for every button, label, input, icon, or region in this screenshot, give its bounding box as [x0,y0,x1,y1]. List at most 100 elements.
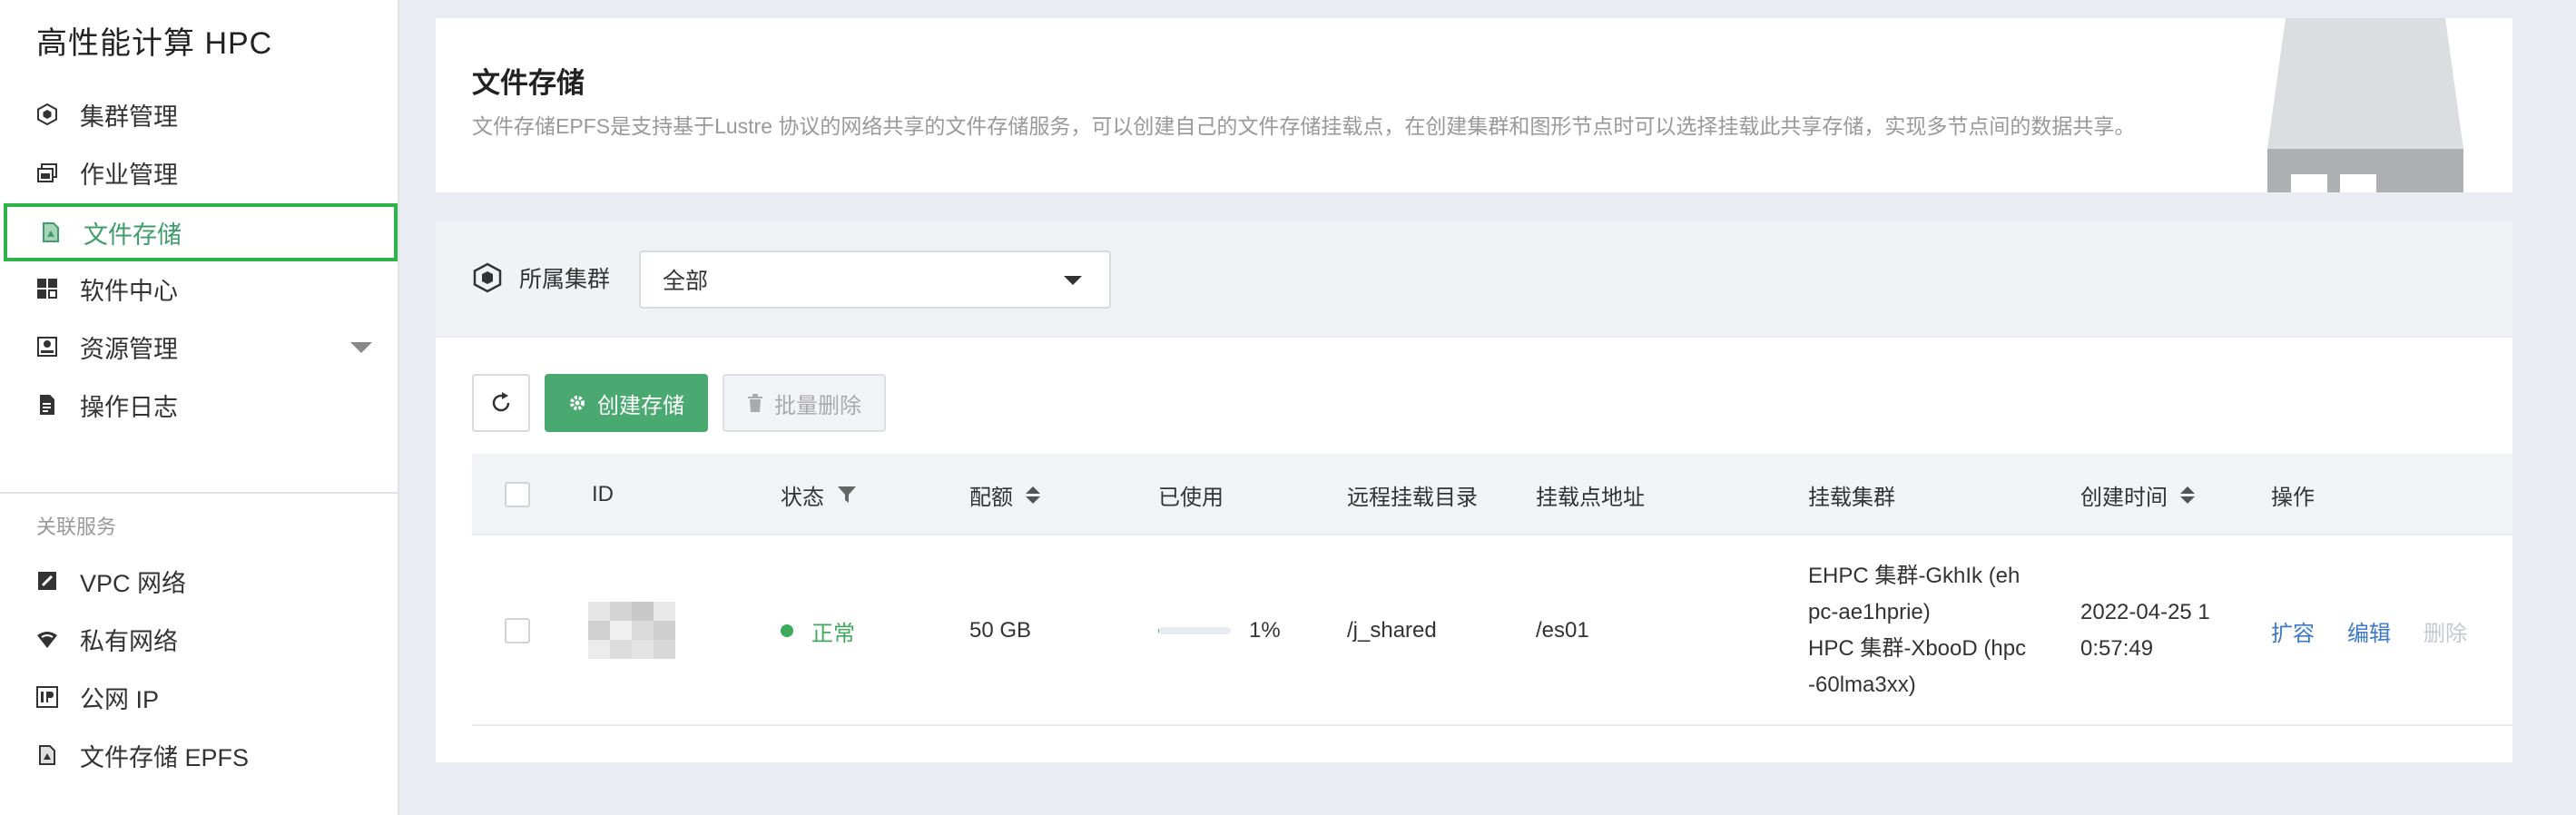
file-storage-icon [40,221,62,243]
sidebar-item-private-network[interactable]: 私有网络 [0,610,399,668]
select-all-cell [505,454,530,535]
usage-progress-fill [1158,627,1159,634]
sort-icon[interactable] [1026,486,1040,504]
filter-icon[interactable] [837,485,857,505]
column-created[interactable]: 创建时间 [2080,454,2195,535]
related-services-label: 关联服务 [36,516,117,538]
column-actions: 操作 [2271,485,2315,510]
edit-link[interactable]: 编辑 [2347,615,2391,647]
row-used-cell: 1% [1158,535,1281,726]
row-id-cell [588,535,675,726]
status-dot-icon [781,624,793,637]
row-quota-cell: 50 GB [969,618,1032,643]
expand-link[interactable]: 扩容 [2271,615,2315,647]
sidebar-divider [0,492,399,494]
cluster-filter-text: 所属集群 [519,267,611,292]
sidebar-item-label: 私有网络 [80,627,178,655]
sidebar-item-public-ip[interactable]: 公网 IP [0,668,399,726]
chevron-down-icon[interactable] [350,342,372,353]
column-quota-label: 配额 [969,485,1013,510]
column-mount-addr: 挂载点地址 [1536,485,1645,510]
batch-delete-button[interactable]: 批量删除 [723,374,886,432]
column-remote-dir: 远程挂载目录 [1347,485,1478,510]
cluster-select[interactable]: 全部 [639,250,1111,309]
row-clusters-cell: EHPC 集群-GkhIk (eh pc-ae1hprie) HPC 集群-Xb… [1808,535,2026,726]
sidebar-item-label: 公网 IP [80,685,160,713]
row-select-cell [505,535,530,726]
sidebar-item-label: 软件中心 [80,277,178,305]
row-checkbox[interactable] [505,618,530,643]
sidebar-item-label: 资源管理 [80,335,178,363]
chevron-down-icon [1064,276,1082,285]
private-network-icon [36,628,58,650]
resource-icon [36,336,58,358]
table-header: ID 状态 配额 已使用 远程挂载目录 挂载点地址 挂载集群 创建时间 操作 [472,454,2512,535]
log-icon [36,394,58,416]
column-id: ID [592,482,614,506]
sidebar-item-label: 文件存储 EPFS [80,743,250,771]
row-status-cell: 正常 [781,535,855,726]
row-mount-addr-cell: /es01 [1536,618,1589,643]
public-ip-icon [36,686,58,708]
column-created-label: 创建时间 [2080,485,2168,510]
sidebar-item-vpc[interactable]: VPC 网络 [0,552,399,610]
select-all-checkbox[interactable] [505,482,530,507]
brand-title: 高性能计算 HPC [36,26,273,61]
refresh-button[interactable] [472,374,530,432]
storage-list-card: 创建存储 批量删除 ID 状态 配额 已使用 远程挂载目录 挂载点地址 挂载集群… [436,338,2512,762]
row-remote-dir-cell: /j_shared [1347,618,1437,643]
sidebar: 高性能计算 HPC 集群管理 作业管理 文件存储 软件中心 资源管理 操作日志 … [0,0,399,815]
job-icon [36,162,58,183]
create-storage-label: 创建存储 [597,393,684,418]
software-icon [36,278,58,299]
storage-illustration-icon [2267,18,2463,192]
create-storage-button[interactable]: 创建存储 [545,374,708,432]
cluster-line: -60lma3xx) [1808,673,1916,697]
vpc-icon [36,570,58,592]
sidebar-item-epfs[interactable]: 文件存储 EPFS [0,726,399,784]
sidebar-item-label: 作业管理 [80,161,178,189]
sidebar-item-label: 操作日志 [80,393,178,421]
sidebar-item-software[interactable]: 软件中心 [0,260,399,318]
column-quota[interactable]: 配额 [969,454,1040,535]
trash-icon [747,394,763,412]
cluster-line: HPC 集群-XbooD (hpc [1808,636,2027,661]
sort-icon[interactable] [2180,486,2195,504]
created-line: 0:57:49 [2080,636,2154,661]
gear-icon [568,394,586,412]
cluster-filter-label: 所属集群 [472,261,610,294]
sidebar-item-logs[interactable]: 操作日志 [0,376,399,434]
batch-delete-label: 批量删除 [774,393,861,418]
column-status-label: 状态 [781,485,824,510]
sidebar-item-label: VPC 网络 [80,569,187,597]
cluster-icon [472,262,503,293]
column-used: 已使用 [1158,485,1224,510]
filter-bar: 所属集群 全部 [436,221,2512,336]
sidebar-item-label: 集群管理 [80,103,178,131]
created-line: 2022-04-25 1 [2080,600,2210,624]
usage-percent: 1% [1249,618,1281,643]
status-badge: 正常 [811,621,855,646]
sidebar-item-label: 文件存储 [84,221,182,249]
sidebar-item-resources[interactable]: 资源管理 [0,318,399,376]
id-redacted-image [588,602,675,660]
row-created-cell: 2022-04-25 1 0:57:49 [2080,535,2210,726]
page-description: 文件存储EPFS是支持基于Lustre 协议的网络共享的文件存储服务，可以创建自… [472,114,2136,138]
cluster-line: pc-ae1hprie) [1808,600,1931,624]
cluster-select-value: 全部 [663,269,709,294]
delete-link: 删除 [2424,621,2467,646]
cluster-icon [36,103,58,125]
row-actions-cell: 扩容 编辑 删除 [2271,535,2500,726]
page-header: 文件存储 文件存储EPFS是支持基于Lustre 协议的网络共享的文件存储服务，… [436,18,2512,192]
cluster-line: EHPC 集群-GkhIk (eh [1808,564,2020,588]
usage-progress-bar [1158,627,1231,634]
table-row: 正常 50 GB 1% /j_shared /es01 EHPC 集群-GkhI… [472,535,2512,726]
page-title: 文件存储 [472,67,585,99]
sidebar-item-file-storage[interactable]: 文件存储 [4,203,398,261]
column-clusters: 挂载集群 [1808,485,1895,510]
refresh-icon [492,392,510,412]
column-status[interactable]: 状态 [781,454,857,535]
epfs-icon [36,744,58,766]
sidebar-item-cluster[interactable]: 集群管理 [0,85,399,143]
sidebar-item-jobs[interactable]: 作业管理 [0,143,399,201]
